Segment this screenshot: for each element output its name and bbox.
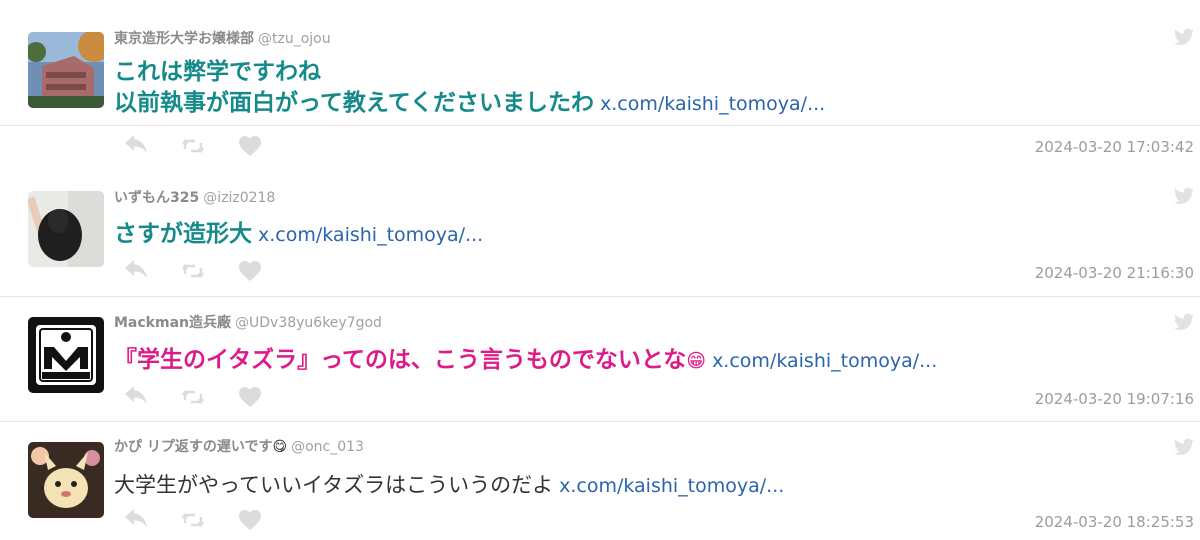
retweet-icon[interactable] [181, 260, 205, 282]
heart-icon[interactable] [238, 135, 262, 157]
heart-icon[interactable] [238, 260, 262, 282]
tweet-header: Mackman造兵廠 @UDv38yu6key7god [114, 313, 382, 333]
tweet-item: かぴ リプ返すの遅いです😋 @onc_013 大学生がやっていいイタズラはこういう… [0, 422, 1200, 540]
tweet-feed: 東京造形大学お嬢様部 @tzu_ojou これは弊学ですわね 以前執事が面白がって… [0, 0, 1200, 540]
author-name[interactable]: 東京造形大学お嬢様部 [114, 31, 254, 47]
tweet-text-line: 以前執事が面白がって教えてくださいましたわ [114, 90, 595, 116]
tweet-header: かぴ リプ返すの遅いです😋 @onc_013 [114, 437, 364, 457]
retweet-icon[interactable] [181, 135, 205, 157]
tweet-text: さすが造形大 x.com/kaishi_tomoya/... [114, 219, 1174, 251]
avatar[interactable] [28, 442, 104, 518]
tweet-actions [124, 508, 295, 532]
timestamp[interactable]: 2024-03-20 21:16:30 [1035, 264, 1194, 282]
reply-icon[interactable] [124, 386, 148, 408]
reply-icon[interactable] [124, 260, 148, 282]
tweet-text-line: 『学生のイタズラ』ってのは、こう言うものでないとな [114, 347, 687, 373]
avatar[interactable] [28, 191, 104, 267]
tweet-actions [124, 134, 295, 158]
tweet-link[interactable]: x.com/kaishi_tomoya/... [712, 350, 937, 372]
twitter-bird-icon[interactable] [1174, 313, 1194, 331]
timestamp[interactable]: 2024-03-20 19:07:16 [1035, 390, 1194, 408]
tweet-link[interactable]: x.com/kaishi_tomoya/... [258, 224, 483, 246]
reply-icon[interactable] [124, 509, 148, 531]
author-name[interactable]: Mackman造兵廠 [114, 315, 231, 331]
retweet-icon[interactable] [181, 509, 205, 531]
tweet-header: 東京造形大学お嬢様部 @tzu_ojou [114, 29, 331, 49]
heart-icon[interactable] [238, 509, 262, 531]
tweet-link[interactable]: x.com/kaishi_tomoya/... [559, 475, 784, 497]
tweet-item: Mackman造兵廠 @UDv38yu6key7god 『学生のイタズラ』ってのは… [0, 297, 1200, 422]
tweet-text-line: さすが造形大 [114, 221, 252, 247]
tweet-item: いずもん325 @iziz0218 さすが造形大 x.com/kaishi_tomo… [0, 171, 1200, 297]
author-name[interactable]: かぴ リプ返すの遅いです [114, 439, 272, 455]
yum-emoji: 😋 [272, 439, 288, 455]
twitter-bird-icon[interactable] [1174, 28, 1194, 46]
heart-icon[interactable] [238, 386, 262, 408]
reply-icon[interactable] [124, 135, 148, 157]
tweet-link[interactable]: x.com/kaishi_tomoya/... [600, 93, 825, 115]
author-handle[interactable]: @UDv38yu6key7god [235, 315, 382, 331]
twitter-bird-icon[interactable] [1174, 438, 1194, 456]
twitter-bird-icon[interactable] [1174, 187, 1194, 205]
timestamp[interactable]: 2024-03-20 17:03:42 [1035, 138, 1194, 156]
retweet-icon[interactable] [181, 386, 205, 408]
author-handle[interactable]: @tzu_ojou [258, 31, 331, 47]
tweet-actions [124, 385, 295, 409]
tweet-text: これは弊学ですわね 以前執事が面白がって教えてくださいましたわ x.com/kai… [114, 57, 1174, 120]
author-name[interactable]: いずもん325 [114, 190, 199, 206]
tweet-text: 大学生がやっていいイタズラはこういうのだよ x.com/kaishi_tomoya… [114, 470, 1174, 502]
tweet-text-line: これは弊学ですわね [114, 59, 321, 85]
timestamp[interactable]: 2024-03-20 18:25:53 [1035, 513, 1194, 531]
tweet-item: 東京造形大学お嬢様部 @tzu_ojou これは弊学ですわね 以前執事が面白がって… [0, 0, 1200, 156]
tweet-actions [124, 259, 295, 283]
tweet-text: 『学生のイタズラ』ってのは、こう言うものでないとな😁 x.com/kaishi_t… [114, 345, 1174, 377]
tweet-text-line: 大学生がやっていいイタズラはこういうのだよ [114, 473, 554, 497]
author-handle[interactable]: @onc_013 [291, 439, 364, 455]
author-handle[interactable]: @iziz0218 [203, 190, 275, 206]
tweet-header: いずもん325 @iziz0218 [114, 188, 275, 208]
avatar[interactable] [28, 32, 104, 108]
grinning-emoji: 😁 [686, 350, 707, 372]
avatar[interactable] [28, 317, 104, 393]
